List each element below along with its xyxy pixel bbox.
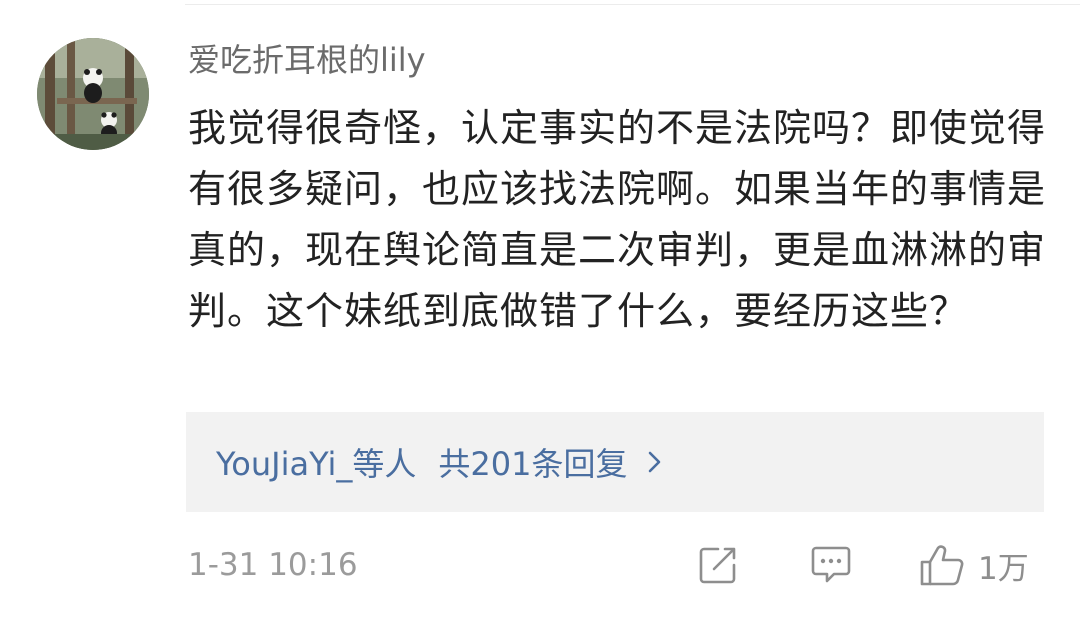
- username[interactable]: 爱吃折耳根的lily: [188, 38, 426, 82]
- avatar[interactable]: [37, 38, 149, 150]
- like-count: 1万: [978, 550, 1029, 587]
- replies-summary[interactable]: YouJiaYi_等人 共201条回复: [186, 412, 1044, 512]
- forward-button[interactable]: [696, 541, 740, 589]
- comment-bubble-icon: [808, 543, 854, 587]
- reply-users-link[interactable]: YouJiaYi_等人: [216, 439, 416, 485]
- thumbs-up-icon: [918, 542, 968, 588]
- reply-button[interactable]: [808, 541, 854, 589]
- comment-text: 我觉得很奇怪，认定事实的不是法院吗？即使觉得有很多疑问，也应该找法院啊。如果当年…: [188, 106, 1047, 333]
- timestamp: 1-31 10:16: [188, 547, 358, 583]
- share-edit-icon: [696, 543, 740, 587]
- chevron-right-icon: [644, 447, 666, 477]
- panda-photo-avatar: [37, 38, 149, 150]
- top-divider: [185, 4, 1080, 5]
- like-button[interactable]: 1万: [918, 541, 1029, 589]
- reply-count-link[interactable]: 共201条回复: [438, 439, 627, 485]
